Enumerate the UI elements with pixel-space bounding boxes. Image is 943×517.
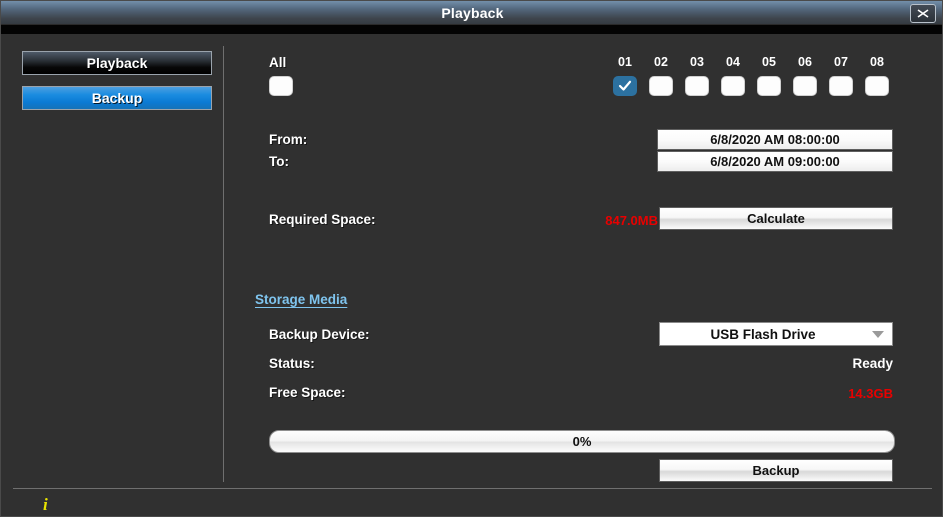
status-value: Ready: [852, 356, 893, 371]
checkbox-channel-01[interactable]: [613, 76, 637, 96]
channel-label-02: 02: [654, 55, 668, 69]
channel-label-05: 05: [762, 55, 776, 69]
sidebar-item-backup[interactable]: Backup: [22, 86, 212, 110]
channel-label-01: 01: [618, 55, 632, 69]
calculate-button[interactable]: Calculate: [659, 207, 893, 230]
checkbox-channel-05[interactable]: [757, 76, 781, 96]
from-datetime-field[interactable]: 6/8/2020 AM 08:00:00: [657, 129, 893, 150]
required-space-label: Required Space:: [269, 212, 376, 227]
storage-media-header[interactable]: Storage Media: [255, 292, 347, 307]
backup-device-value: USB Flash Drive: [710, 326, 816, 342]
window-titlebar: Playback: [1, 1, 942, 25]
statusbar-divider: [13, 488, 932, 489]
backup-device-select[interactable]: USB Flash Drive: [659, 322, 893, 346]
info-icon[interactable]: i: [43, 495, 48, 515]
checkbox-channel-03[interactable]: [685, 76, 709, 96]
checkbox-channel-02[interactable]: [649, 76, 673, 96]
channel-label-03: 03: [690, 55, 704, 69]
channel-label-08: 08: [870, 55, 884, 69]
sidebar: Playback Backup: [1, 34, 223, 485]
chevron-down-icon: [872, 331, 884, 338]
channel-label-04: 04: [726, 55, 740, 69]
free-space-label: Free Space:: [269, 385, 346, 400]
checkbox-channel-06[interactable]: [793, 76, 817, 96]
from-label: From:: [269, 132, 308, 147]
backup-progress-bar: 0%: [269, 430, 895, 453]
channel-label-06: 06: [798, 55, 812, 69]
status-label: Status:: [269, 356, 315, 371]
free-space-value: 14.3GB: [848, 386, 893, 401]
checkbox-all-channels[interactable]: [269, 76, 293, 96]
window-title: Playback: [441, 5, 504, 21]
required-space-value: 847.0MB: [605, 213, 658, 228]
close-x-icon: [917, 9, 929, 18]
to-label: To:: [269, 154, 289, 169]
titlebar-shadow-strip: [1, 25, 942, 34]
backup-device-label: Backup Device:: [269, 327, 370, 342]
checkbox-channel-07[interactable]: [829, 76, 853, 96]
backup-button[interactable]: Backup: [659, 459, 893, 482]
close-button[interactable]: [910, 4, 936, 23]
all-channels-label: All: [269, 55, 287, 70]
channel-label-07: 07: [834, 55, 848, 69]
checkbox-channel-08[interactable]: [865, 76, 889, 96]
playback-backup-window: Playback Playback Backup All 01 02 03 04…: [0, 0, 943, 517]
to-datetime-field[interactable]: 6/8/2020 AM 09:00:00: [657, 151, 893, 172]
check-icon: [618, 80, 632, 91]
main-panel: All 01 02 03 04 05 06 07 08 From: 6/8/20…: [223, 34, 942, 485]
sidebar-item-playback[interactable]: Playback: [22, 51, 212, 75]
checkbox-channel-04[interactable]: [721, 76, 745, 96]
